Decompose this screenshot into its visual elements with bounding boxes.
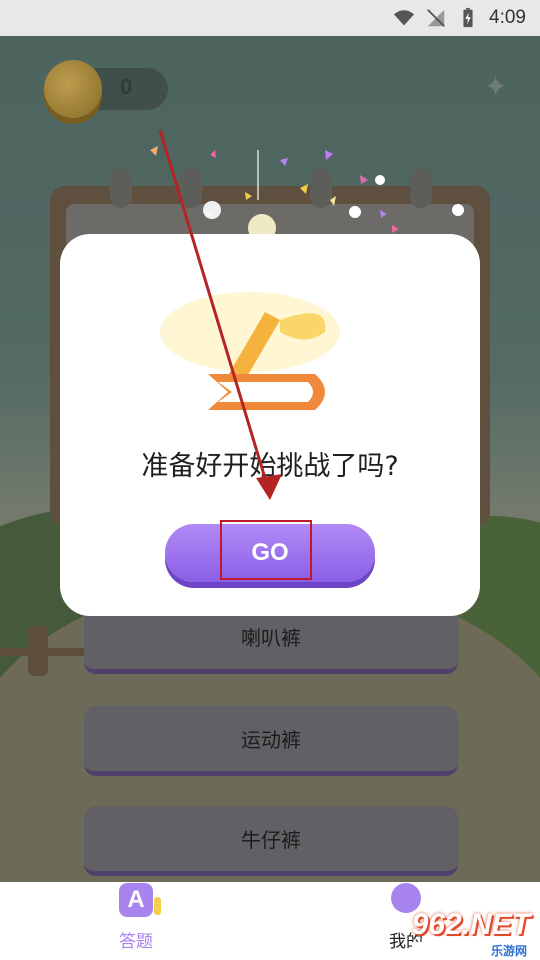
book-pencil-illustration (160, 292, 340, 410)
clock: 4:09 (489, 7, 526, 28)
tab-quiz[interactable]: A 答题 (76, 882, 196, 960)
tab-label: 答题 (119, 932, 153, 952)
annotation-highlight-box (220, 520, 312, 580)
watermark-text: 962.NET (411, 908, 530, 941)
dialog-question: 准备好开始挑战了吗? (141, 451, 399, 482)
quiz-tab-icon: A (119, 883, 161, 917)
watermark-subtext: 乐游网 (411, 942, 530, 959)
wifi-icon (393, 10, 415, 26)
site-watermark: 962.NET 乐游网 (411, 908, 530, 959)
status-bar: 4:09 (0, 0, 540, 36)
battery-charging-icon (463, 7, 473, 28)
no-signal-icon (427, 9, 445, 27)
